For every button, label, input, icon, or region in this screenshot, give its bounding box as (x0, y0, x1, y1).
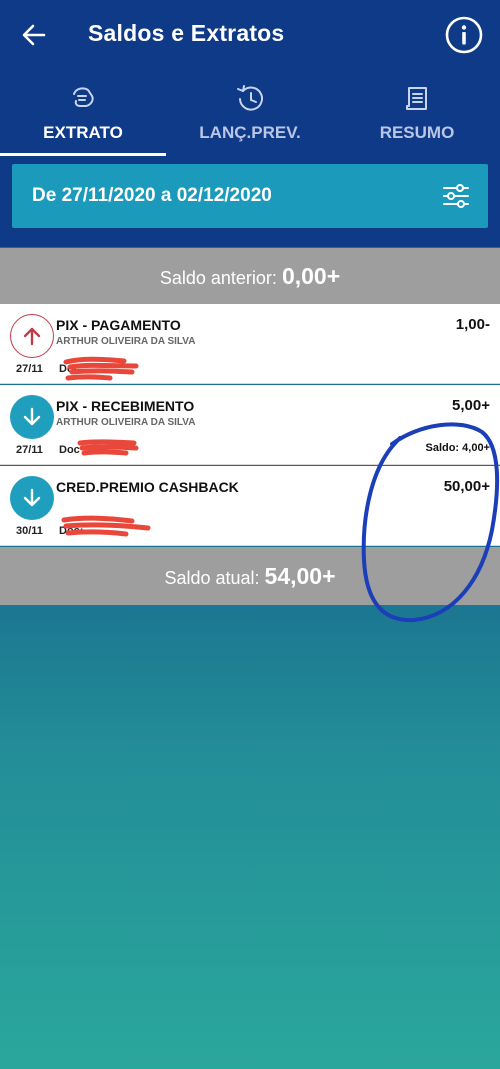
tab-label: EXTRATO (43, 123, 123, 142)
arrow-left-icon (22, 24, 46, 46)
saldo-atual-label: Saldo atual: (164, 568, 260, 588)
transaction-name: PIX - PAGAMENTO (56, 317, 181, 333)
saldo-atual-row: Saldo atual: 54,00+ (0, 547, 500, 605)
saldo-anterior-label: Saldo anterior: (159, 268, 277, 288)
transaction-amount: 50,00+ (443, 478, 490, 495)
outgoing-indicator (10, 314, 54, 358)
page-title: Saldos e Extratos (88, 20, 285, 46)
redaction-mark (77, 439, 139, 456)
document-list-icon (406, 87, 427, 110)
running-balance: Saldo: 4,00+ (425, 442, 490, 454)
info-icon (445, 16, 483, 54)
transaction-date: 30/11 (16, 525, 43, 537)
date-filter-bar[interactable]: De 27/11/2020 a 02/12/2020 (12, 164, 488, 228)
app-header: Saldos e Extratos EXTRATO LANÇ.PREV. RES… (0, 0, 500, 247)
transaction-counterparty: ARTHUR OLIVEIRA DA SILVA (56, 417, 196, 428)
redaction-mark (63, 356, 139, 381)
incoming-indicator (10, 476, 54, 520)
transaction-counterparty: ARTHUR OLIVEIRA DA SILVA (56, 336, 196, 347)
tab-bar: EXTRATO LANÇ.PREV. RESUMO (0, 78, 500, 158)
clock-history-icon (237, 85, 263, 111)
info-button[interactable] (444, 15, 484, 55)
transaction-name: CRED.PREMIO CASHBACK (56, 479, 239, 495)
tab-lanc-prev[interactable]: LANÇ.PREV. (166, 78, 334, 156)
hand-money-icon (73, 87, 94, 107)
saldo-atual-value: 54,00+ (264, 563, 336, 589)
transaction-row[interactable]: PIX - PAGAMENTO ARTHUR OLIVEIRA DA SILVA… (0, 304, 500, 384)
arrow-up-icon (23, 327, 41, 346)
active-tab-indicator (0, 153, 166, 156)
transaction-amount: 5,00+ (452, 397, 490, 414)
tab-resumo[interactable]: RESUMO (334, 78, 500, 156)
tab-extrato[interactable]: EXTRATO (0, 78, 166, 156)
arrow-down-icon (23, 407, 41, 426)
date-range-text: De 27/11/2020 a 02/12/2020 (32, 185, 272, 206)
transaction-date: 27/11 (16, 363, 43, 375)
transaction-row[interactable]: PIX - RECEBIMENTO ARTHUR OLIVEIRA DA SIL… (0, 385, 500, 465)
saldo-anterior-row: Saldo anterior: 0,00+ (0, 248, 500, 304)
transaction-name: PIX - RECEBIMENTO (56, 398, 195, 414)
transaction-row[interactable]: CRED.PREMIO CASHBACK 30/11 Doc: 50,00+ (0, 466, 500, 546)
sliders-icon[interactable] (442, 182, 470, 210)
saldo-anterior-value: 0,00+ (281, 263, 341, 289)
transaction-amount: 1,00- (455, 316, 490, 333)
transaction-date: 27/11 (16, 444, 43, 456)
tab-label: RESUMO (379, 123, 455, 142)
incoming-indicator (10, 395, 54, 439)
back-button[interactable] (14, 18, 54, 52)
tab-label: LANÇ.PREV. (199, 123, 301, 142)
arrow-down-icon (23, 488, 41, 507)
redaction-mark (61, 515, 151, 537)
